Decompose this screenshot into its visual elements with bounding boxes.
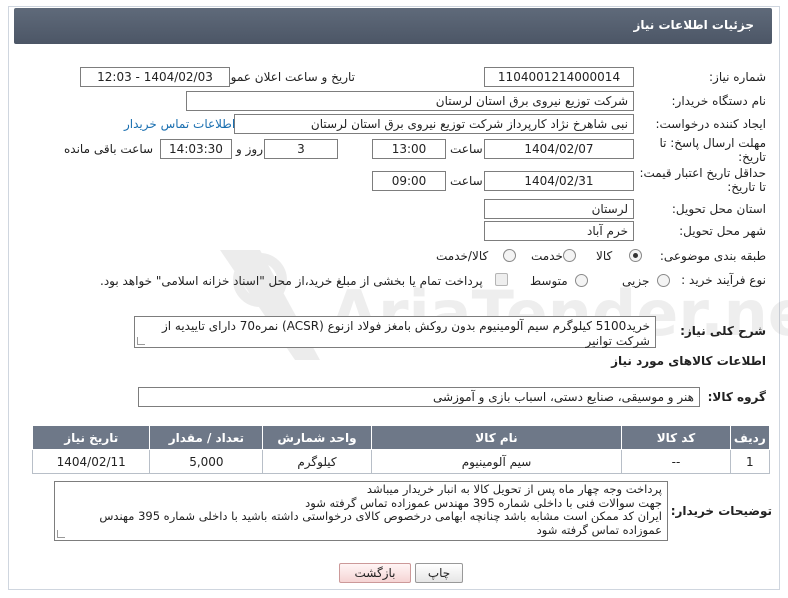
page-title: جزئیات اطلاعات نیاز xyxy=(633,18,754,32)
price-validity-label: حداقل تاریخ اعتبار قیمت: تا تاریخ: xyxy=(639,166,766,194)
price-validity-time-field: 09:00 xyxy=(372,171,446,191)
contact-info-link[interactable]: اطلاعات تماس خریدار xyxy=(124,117,235,131)
remaining-time-field: 14:03:30 xyxy=(160,139,232,159)
city-field: خرم آباد xyxy=(484,221,634,241)
col-goods-code: کد کالا xyxy=(621,425,731,450)
description-text: خرید5100 کیلوگرم سیم آلومینیوم بدون روکش… xyxy=(161,319,650,348)
table-row: 1 -- سیم آلومینیوم کیلوگرم 5,000 1404/02… xyxy=(31,449,771,474)
header-bar: جزئیات اطلاعات نیاز xyxy=(14,8,772,44)
col-row-number: ردیف xyxy=(729,425,771,450)
cell-unit: کیلوگرم xyxy=(262,449,372,474)
purchase-option-minor: جزیی xyxy=(622,274,650,288)
category-radio-goods[interactable] xyxy=(629,249,642,262)
deadline-time-field: 13:00 xyxy=(372,139,446,159)
price-validity-date-field: 1404/02/31 xyxy=(484,171,634,191)
treasury-checkbox[interactable] xyxy=(495,273,508,286)
purchase-radio-minor[interactable] xyxy=(657,274,670,287)
days-field: 3 xyxy=(264,139,338,159)
col-unit: واحد شمارش xyxy=(262,425,372,450)
buyer-notes-line: ایران کد ممکن است مشابه باشد چنانچه ابها… xyxy=(99,509,662,523)
back-button[interactable]: بازگشت xyxy=(339,563,411,583)
category-radio-service[interactable] xyxy=(563,249,576,262)
cell-goods-name: سیم آلومینیوم xyxy=(370,449,623,474)
buyer-org-field: شرکت توزیع نیروی برق استان لرستان xyxy=(186,91,634,111)
buyer-notes-line: جهت سوالات فنی با داخلی شماره 395 مهندس … xyxy=(305,495,662,510)
announce-field: 1404/02/03 - 12:03 xyxy=(80,67,230,87)
purchase-radio-medium[interactable] xyxy=(575,274,588,287)
deadline-label: مهلت ارسال پاسخ: تا تاریخ: xyxy=(659,136,766,164)
category-label: طبقه بندی موضوعی: xyxy=(659,249,766,263)
goods-info-title: اطلاعات کالاهای مورد نیاز xyxy=(611,354,766,368)
buyer-notes-textarea[interactable]: پرداخت وجه چهار ماه پس از تحویل کالا به … xyxy=(54,481,668,541)
creator-field: نبی شاهرخ نژاد کارپرداز شرکت توزیع نیروی… xyxy=(234,114,634,134)
goods-table: ردیف کد کالا نام کالا واحد شمارش تعداد /… xyxy=(31,425,771,474)
announce-label: تاریخ و ساعت اعلان عمومی: xyxy=(210,70,355,84)
province-field: لرستان xyxy=(484,199,634,219)
cell-goods-code: -- xyxy=(621,449,731,474)
category-option-goods: کالا xyxy=(596,249,613,263)
creator-label: ایجاد کننده درخواست: xyxy=(655,117,766,131)
goods-table-header: ردیف کد کالا نام کالا واحد شمارش تعداد /… xyxy=(31,425,771,450)
category-option-service: خدمت xyxy=(531,249,563,263)
buyer-notes-label: توضیحات خریدار: xyxy=(670,504,772,518)
purchase-type-label: نوع فرآیند خرید : xyxy=(681,273,766,287)
purchase-option-medium: متوسط xyxy=(530,274,568,288)
deadline-date-field: 1404/02/07 xyxy=(484,139,634,159)
days-label: روز و xyxy=(236,142,263,156)
resize-grip-icon[interactable] xyxy=(57,530,65,538)
need-number-field: 1104001214000014 xyxy=(484,67,634,87)
print-button[interactable]: چاپ xyxy=(415,563,463,583)
goods-group-field: هنر و موسیقی، صنایع دستی، اسباب بازی و آ… xyxy=(138,387,700,407)
resize-grip-icon[interactable] xyxy=(137,337,145,345)
col-goods-name: نام کالا xyxy=(370,425,623,450)
price-validity-time-label: ساعت xyxy=(450,174,483,188)
treasury-note: پرداخت تمام یا بخشی از مبلغ خرید،از محل … xyxy=(100,274,483,288)
cell-quantity: 5,000 xyxy=(149,449,264,474)
deadline-time-label: ساعت xyxy=(450,142,483,156)
col-need-date: تاریخ نیاز xyxy=(31,425,151,450)
category-option-both: کالا/خدمت xyxy=(436,249,489,263)
buyer-org-label: نام دستگاه خریدار: xyxy=(671,94,767,108)
cell-row-number: 1 xyxy=(729,449,771,474)
buyer-notes-line: عموزاده تماس گرفته شود xyxy=(536,522,662,537)
need-number-label: شماره نیاز: xyxy=(709,70,766,84)
goods-group-label: گروه کالا: xyxy=(707,390,766,404)
description-label: شرح کلی نیاز: xyxy=(680,324,766,338)
remaining-label: ساعت باقی مانده xyxy=(64,142,154,156)
province-label: استان محل تحویل: xyxy=(671,202,766,216)
category-radio-both[interactable] xyxy=(503,249,516,262)
col-quantity: تعداد / مقدار xyxy=(149,425,264,450)
cell-need-date: 1404/02/11 xyxy=(31,449,151,474)
city-label: شهر محل تحویل: xyxy=(679,224,766,238)
description-textarea[interactable]: خرید5100 کیلوگرم سیم آلومینیوم بدون روکش… xyxy=(134,316,656,348)
buyer-notes-line: پرداخت وجه چهار ماه پس از تحویل کالا به … xyxy=(366,482,662,496)
